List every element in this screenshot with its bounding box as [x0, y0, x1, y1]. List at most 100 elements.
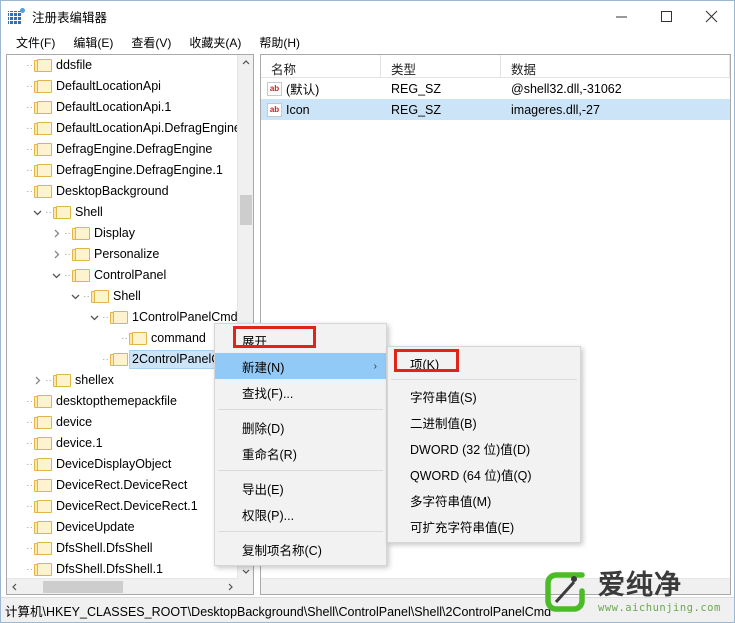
tree-item-label: DefragEngine.DefragEngine	[56, 142, 213, 156]
registry-path: 计算机\HKEY_CLASSES_ROOT\DesktopBackground\…	[5, 604, 552, 619]
registry-values-list[interactable]: ab (默认) REG_SZ @shell32.dll,-31062 ab Icon REG…	[261, 78, 730, 120]
ctx-expand[interactable]: 展开	[215, 327, 386, 353]
ctx-find[interactable]: 查找(F)...	[215, 379, 386, 405]
context-menu-label: 新建(N)	[242, 360, 285, 375]
tree-item[interactable]: ·· Display	[7, 223, 238, 244]
scroll-left-arrow[interactable]	[7, 579, 23, 594]
context-menu-label: 权限(P)...	[242, 508, 295, 523]
maximize-button[interactable]	[644, 1, 689, 32]
value-row[interactable]: ab Icon REG_SZ imageres.dll,-27	[261, 99, 730, 120]
chevron-right-icon[interactable]	[29, 373, 45, 389]
tree-connector: ··	[102, 312, 109, 323]
tree-item-label: DesktopBackground	[56, 184, 169, 198]
folder-icon	[33, 415, 52, 430]
registry-tree[interactable]: ·· ddsfile ·· DefaultLocationApi ·· DefaultLo…	[7, 55, 238, 579]
tree-item[interactable]: ·· DeviceRect.DeviceRect.1	[7, 496, 238, 517]
tree-item[interactable]: ·· Shell	[7, 202, 238, 223]
sub-expandstring[interactable]: 可扩充字符串值(E)	[388, 513, 580, 539]
tree-item[interactable]: ·· DeviceUpdate	[7, 517, 238, 538]
tree-item-label: DfsShell.DfsShell	[56, 541, 153, 555]
tree-item[interactable]: ·· ControlPanel	[7, 265, 238, 286]
tree-item-label: Shell	[75, 205, 103, 219]
column-name[interactable]: 名称	[261, 55, 381, 78]
chevron-down-icon[interactable]	[29, 205, 45, 221]
folder-icon	[33, 142, 52, 157]
tree-item[interactable]: ·· DefaultLocationApi.DefragEngine	[7, 118, 238, 139]
menu-help[interactable]: 帮助(H)	[250, 32, 309, 54]
column-type[interactable]: 类型	[381, 55, 501, 78]
sub-binary[interactable]: 二进制值(B)	[388, 409, 580, 435]
ctx-permissions[interactable]: 权限(P)...	[215, 501, 386, 527]
tree-connector: ··	[26, 60, 33, 71]
tree-connector: ··	[45, 375, 52, 386]
tree-item-label: device.1	[56, 436, 103, 450]
tree-item[interactable]: ·· DefaultLocationApi.1	[7, 97, 238, 118]
submenu-arrow-icon: ›	[373, 360, 377, 372]
ctx-delete[interactable]: 删除(D)	[215, 414, 386, 440]
tree-item[interactable]: ·· DfsShell.DfsShell	[7, 538, 238, 559]
ctx-export[interactable]: 导出(E)	[215, 475, 386, 501]
column-data[interactable]: 数据	[501, 55, 730, 78]
tree-item[interactable]: ·· desktopthemepackfile	[7, 391, 238, 412]
tree-item[interactable]: ·· DeviceRect.DeviceRect	[7, 475, 238, 496]
menu-favorites[interactable]: 收藏夹(A)	[180, 32, 250, 54]
folder-icon	[71, 247, 90, 262]
tree-item[interactable]: ·· 2ControlPanelCmd	[7, 349, 238, 370]
chevron-right-icon[interactable]	[48, 226, 64, 242]
menu-edit[interactable]: 编辑(E)	[64, 32, 122, 54]
context-menu[interactable]: 展开新建(N) › 查找(F)... 删除(D) 重命名(R) 导出(E) 权限(P)...…	[214, 323, 387, 566]
sub-multistring[interactable]: 多字符串值(M)	[388, 487, 580, 513]
sub-string[interactable]: 字符串值(S)	[388, 383, 580, 409]
value-row[interactable]: ab (默认) REG_SZ @shell32.dll,-31062	[261, 78, 730, 99]
tree-horizontal-scrollbar[interactable]	[7, 578, 238, 594]
chevron-down-icon[interactable]	[67, 289, 83, 305]
tree-connector: ··	[26, 81, 33, 92]
folder-icon	[33, 394, 52, 409]
folder-icon	[33, 100, 52, 115]
sub-qword[interactable]: QWORD (64 位)值(Q)	[388, 461, 580, 487]
tree-item[interactable]: ·· Personalize	[7, 244, 238, 265]
tree-hscroll-thumb[interactable]	[43, 581, 123, 593]
title-bar: 注册表编辑器	[1, 1, 734, 32]
scroll-right-arrow[interactable]	[222, 579, 238, 594]
tree-connector: ··	[64, 228, 71, 239]
sub-dword[interactable]: DWORD (32 位)值(D)	[388, 435, 580, 461]
folder-icon	[33, 184, 52, 199]
tree-item[interactable]: ·· command	[7, 328, 238, 349]
chevron-down-icon[interactable]	[86, 310, 102, 326]
folder-icon	[33, 541, 52, 556]
minimize-button[interactable]	[599, 1, 644, 32]
tree-item[interactable]: ·· shellex	[7, 370, 238, 391]
tree-item[interactable]: ·· 1ControlPanelCmd	[7, 307, 238, 328]
context-menu-label: 展开	[242, 334, 268, 349]
tree-item[interactable]: ·· DefragEngine.DefragEngine	[7, 139, 238, 160]
tree-item[interactable]: ·· DfsShell.DfsShell.1	[7, 559, 238, 579]
value-type: REG_SZ	[391, 81, 442, 96]
tree-connector: ··	[26, 186, 33, 197]
close-button[interactable]	[689, 1, 734, 32]
menu-view[interactable]: 查看(V)	[122, 32, 180, 54]
tree-connector: ··	[26, 123, 33, 134]
tree-item[interactable]: ·· device.1	[7, 433, 238, 454]
tree-item[interactable]: ·· DefragEngine.DefragEngine.1	[7, 160, 238, 181]
tree-item[interactable]: ·· ddsfile	[7, 55, 238, 76]
ctx-new[interactable]: 新建(N) ›	[215, 353, 386, 379]
new-submenu[interactable]: 项(K) 字符串值(S) 二进制值(B) DWORD (32 位)值(D) QWORD …	[387, 346, 581, 543]
tree-item-label: DeviceRect.DeviceRect	[56, 478, 188, 492]
menu-file[interactable]: 文件(F)	[7, 32, 64, 54]
ctx-rename[interactable]: 重命名(R)	[215, 440, 386, 466]
sub-key[interactable]: 项(K)	[388, 350, 580, 376]
tree-scroll-thumb[interactable]	[240, 195, 252, 225]
tree-item[interactable]: ·· DefaultLocationApi	[7, 76, 238, 97]
tree-item[interactable]: ·· DesktopBackground	[7, 181, 238, 202]
tree-item[interactable]: ·· device	[7, 412, 238, 433]
ctx-copy-key-name[interactable]: 复制项名称(C)	[215, 536, 386, 562]
tree-item[interactable]: ·· Shell	[7, 286, 238, 307]
folder-icon	[71, 226, 90, 241]
chevron-down-icon[interactable]	[48, 268, 64, 284]
folder-icon	[109, 352, 128, 367]
scroll-up-arrow[interactable]	[238, 55, 253, 71]
chevron-right-icon[interactable]	[48, 247, 64, 263]
folder-icon	[90, 289, 109, 304]
tree-item[interactable]: ·· DeviceDisplayObject	[7, 454, 238, 475]
